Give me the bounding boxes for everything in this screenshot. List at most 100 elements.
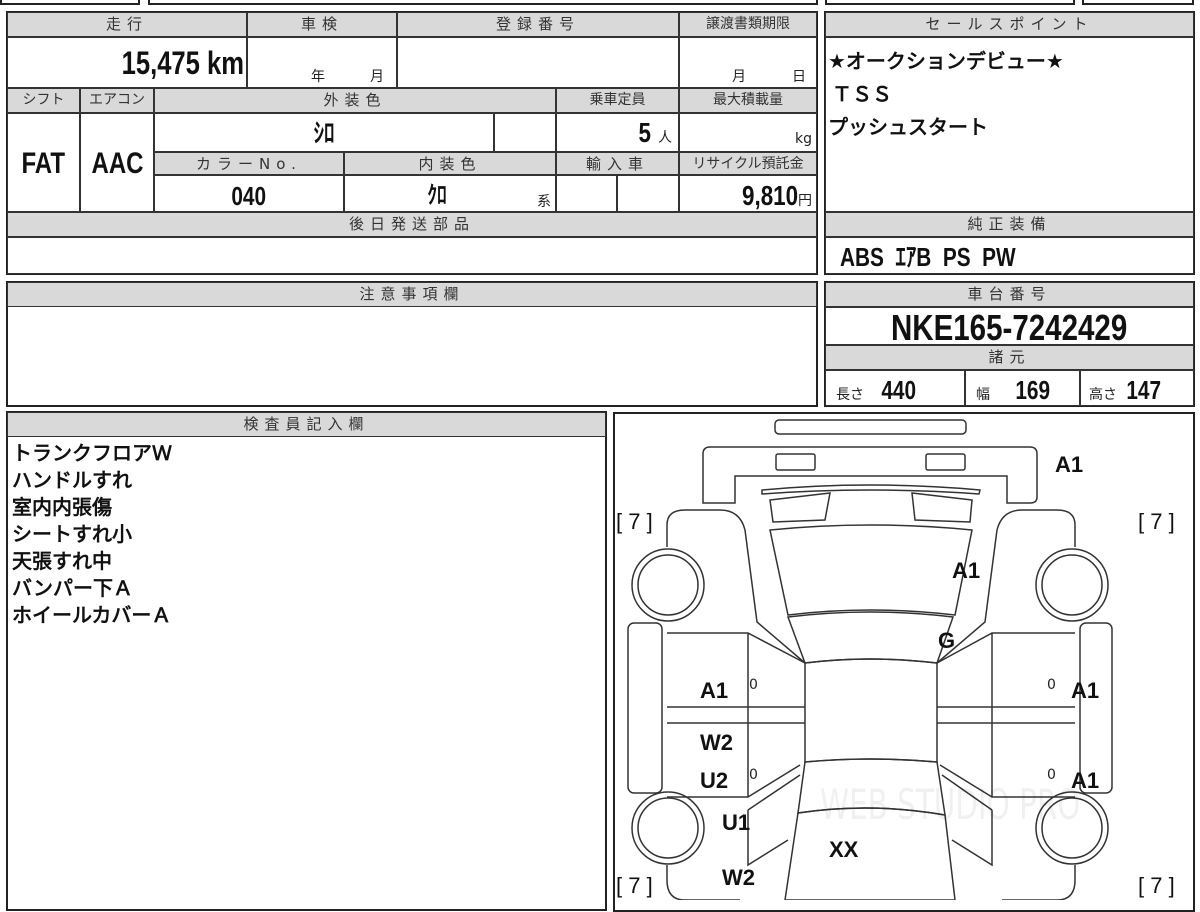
recycle-unit: 円: [798, 193, 812, 209]
capacity-value: 5: [638, 117, 652, 148]
aircon-cell: AAC: [80, 113, 154, 212]
damage-mark: A1: [700, 678, 729, 703]
transfer-deadline-header: 譲渡書類期限: [679, 12, 817, 37]
inspector-note: バンパー下Ａ: [12, 576, 133, 600]
width-cell: 幅 169: [965, 370, 1080, 406]
door-mark: 0: [1047, 767, 1056, 783]
inspection-header: 車検: [247, 12, 397, 37]
length-cell: 長さ 440: [825, 370, 965, 406]
left-headlight: [775, 453, 816, 471]
width-value: 169: [1015, 375, 1051, 405]
registration-header: 登録番号: [397, 12, 679, 37]
capacity-unit: 人: [658, 130, 672, 146]
tire-tread-mark: [ 7 ]: [616, 873, 653, 898]
tire-tread-mark: [ 7 ]: [616, 509, 653, 534]
door-mark: 0: [749, 677, 758, 693]
damage-mark: A1: [1071, 678, 1100, 703]
damage-mark: A1: [952, 558, 981, 583]
interior-color-suffix: 系: [537, 194, 551, 210]
inspector-notes: トランクフロアＷ ハンドルすれ 室内内張傷 シートすれ小 天張すれ中 バンパー下…: [12, 440, 172, 629]
hood-outline: [702, 446, 1038, 504]
exterior-color-cell: ｼﾛ: [154, 113, 494, 152]
front-roof: [786, 611, 955, 664]
left-front-fender: [666, 509, 806, 664]
interior-color-value: ｸﾛ: [427, 182, 447, 209]
color-no-header: カラーNo.: [154, 152, 344, 175]
mileage-cell: 15,475 km: [7, 37, 247, 88]
damage-mark: G: [938, 628, 956, 653]
later-parts-header: 後日発送部品: [7, 212, 817, 237]
door-mark: 0: [1047, 677, 1056, 693]
max-load-cell: kg: [679, 113, 817, 152]
height-label: 高さ: [1089, 387, 1117, 403]
length-value: 440: [881, 375, 917, 405]
front-bumper: [774, 419, 967, 435]
length-label: 長さ: [836, 387, 864, 403]
inspector-note: ハンドルすれ: [12, 468, 132, 492]
watermark: WEB STUDIO PRO: [820, 780, 1081, 829]
tire-tread-mark: [ 7 ]: [1138, 509, 1175, 534]
windshield-wipers: [761, 484, 981, 523]
max-load-header: 最大積載量: [679, 88, 817, 113]
height-value: 147: [1126, 375, 1162, 405]
damage-mark: A1: [1055, 452, 1084, 477]
inspector-note: ホイールカバーＡ: [12, 603, 172, 627]
equipment-header: 純正装備: [825, 212, 1194, 237]
width-label: 幅: [976, 387, 990, 403]
color-no-cell: 040: [154, 175, 344, 212]
inspector-header: 検査員記入欄: [7, 412, 606, 437]
deadline-day: 日: [792, 69, 806, 85]
color-no-value: 040: [231, 181, 267, 211]
damage-mark: W2: [700, 730, 733, 755]
max-load-unit: kg: [795, 131, 812, 147]
tire-tread-mark: [ 7 ]: [1138, 873, 1175, 898]
inspector-note: 室内内張傷: [12, 495, 112, 519]
shift-header: シフト: [7, 88, 80, 113]
top-cutoff-box: [148, 0, 818, 5]
inspector-note: シートすれ小: [12, 522, 132, 546]
recycle-header: リサイクル預託金: [679, 152, 817, 175]
exterior-color-extra-cell: [494, 113, 556, 152]
right-front-fender: [936, 509, 1076, 664]
inspection-year: 年: [311, 69, 325, 85]
top-cutoff-box: [0, 0, 140, 5]
notes-header: 注意事項欄: [7, 282, 817, 307]
damage-mark: W2: [722, 865, 755, 890]
import-header: 輸入車: [556, 152, 679, 175]
deadline-month: 月: [732, 69, 746, 85]
inspector-note: トランクフロアＷ: [12, 441, 172, 465]
sales-point-line: プッシュスタート: [828, 115, 988, 139]
aircon-value: AAC: [91, 147, 143, 180]
chassis-number: NKE165-7242429: [891, 307, 1128, 345]
specs-header: 諸元: [825, 345, 1194, 370]
left-step: [627, 622, 663, 794]
windshield: [769, 524, 973, 616]
damage-mark: A1: [1071, 768, 1100, 793]
recycle-cell: 9,810円: [679, 175, 817, 212]
sales-point-line: ＴＳＳ: [832, 82, 892, 106]
import-cell: [556, 175, 617, 212]
registration-cell: [397, 37, 679, 88]
left-doors: [666, 632, 806, 900]
right-headlight: [925, 453, 966, 471]
mileage-header: 走行: [7, 12, 247, 37]
damage-mark: XX: [829, 837, 859, 862]
equipment-cell: ABS ｴｱB PS PW: [825, 237, 1194, 274]
inspection-month: 月: [370, 69, 384, 85]
inspection-cell: 年 月: [247, 37, 397, 88]
recycle-value: 9,810: [741, 180, 798, 211]
import-cell-2: [617, 175, 679, 212]
damage-mark: U2: [700, 768, 729, 793]
capacity-header: 乗車定員: [556, 88, 679, 113]
equipment-value: ABS ｴｱB PS PW: [840, 242, 1016, 272]
interior-color-cell: ｸﾛ 系: [344, 175, 556, 212]
chassis-header: 車台番号: [825, 282, 1194, 307]
later-parts-cell: [7, 237, 817, 274]
shift-cell: FAT: [7, 113, 80, 212]
aircon-header: エアコン: [80, 88, 154, 113]
interior-color-header: 内装色: [344, 152, 556, 175]
transfer-deadline-cell: 月 日: [679, 37, 817, 88]
capacity-cell: 5 人: [556, 113, 679, 152]
roof: [804, 658, 938, 763]
mileage-value: 15,475 km: [121, 45, 244, 81]
